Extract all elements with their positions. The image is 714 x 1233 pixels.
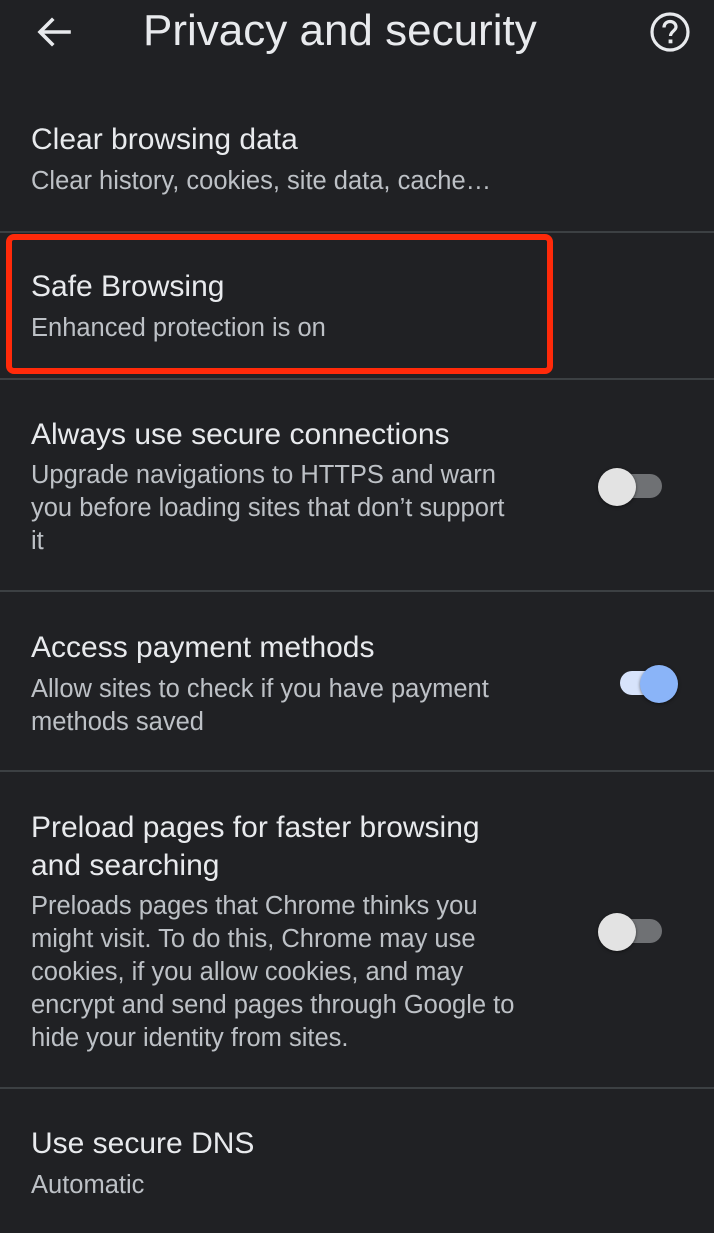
toggle-thumb bbox=[640, 665, 678, 703]
preload-pages-subtitle: Preloads pages that Chrome thinks you mi… bbox=[31, 892, 515, 1052]
clear-browsing-data-title: Clear browsing data bbox=[31, 123, 298, 156]
toggle-thumb bbox=[598, 913, 636, 951]
secure-connections-subtitle: Upgrade navigations to HTTPS and warn yo… bbox=[31, 461, 505, 555]
preload-pages-title-line1: Preload pages for faster browsing bbox=[31, 811, 480, 844]
secure-connections-toggle[interactable] bbox=[598, 462, 668, 510]
toggle-thumb bbox=[598, 468, 636, 506]
payment-methods-toggle[interactable] bbox=[610, 659, 680, 707]
page-title: Privacy and security bbox=[143, 6, 537, 55]
safe-browsing-title: Safe Browsing bbox=[31, 270, 225, 303]
help-circle-icon bbox=[650, 12, 690, 52]
payment-methods-item[interactable]: Access payment methods Allow sites to ch… bbox=[0, 592, 714, 771]
secure-dns-subtitle: Automatic bbox=[31, 1171, 145, 1199]
payment-methods-subtitle: Allow sites to check if you have payment… bbox=[31, 675, 489, 736]
preload-pages-toggle[interactable] bbox=[598, 907, 668, 955]
safe-browsing-item[interactable]: Safe Browsing Enhanced protection is on bbox=[0, 233, 714, 379]
clear-browsing-data-item[interactable]: Clear browsing data Clear history, cooki… bbox=[0, 100, 714, 232]
preload-pages-item[interactable]: Preload pages for faster browsing and se… bbox=[0, 772, 714, 1087]
secure-connections-item[interactable]: Always use secure connections Upgrade na… bbox=[0, 380, 714, 591]
arrow-left-icon bbox=[37, 17, 71, 47]
top-app-bar: Privacy and security bbox=[0, 0, 714, 100]
secure-dns-title: Use secure DNS bbox=[31, 1127, 255, 1160]
secure-connections-title: Always use secure connections bbox=[31, 418, 450, 451]
clear-browsing-data-subtitle: Clear history, cookies, site data, cache… bbox=[31, 167, 492, 195]
payment-methods-title: Access payment methods bbox=[31, 631, 375, 664]
safe-browsing-subtitle: Enhanced protection is on bbox=[31, 314, 326, 342]
preload-pages-title-line2: and searching bbox=[31, 849, 220, 882]
secure-dns-item[interactable]: Use secure DNS Automatic bbox=[0, 1089, 714, 1233]
help-button[interactable] bbox=[646, 8, 694, 56]
back-button[interactable] bbox=[30, 10, 78, 54]
